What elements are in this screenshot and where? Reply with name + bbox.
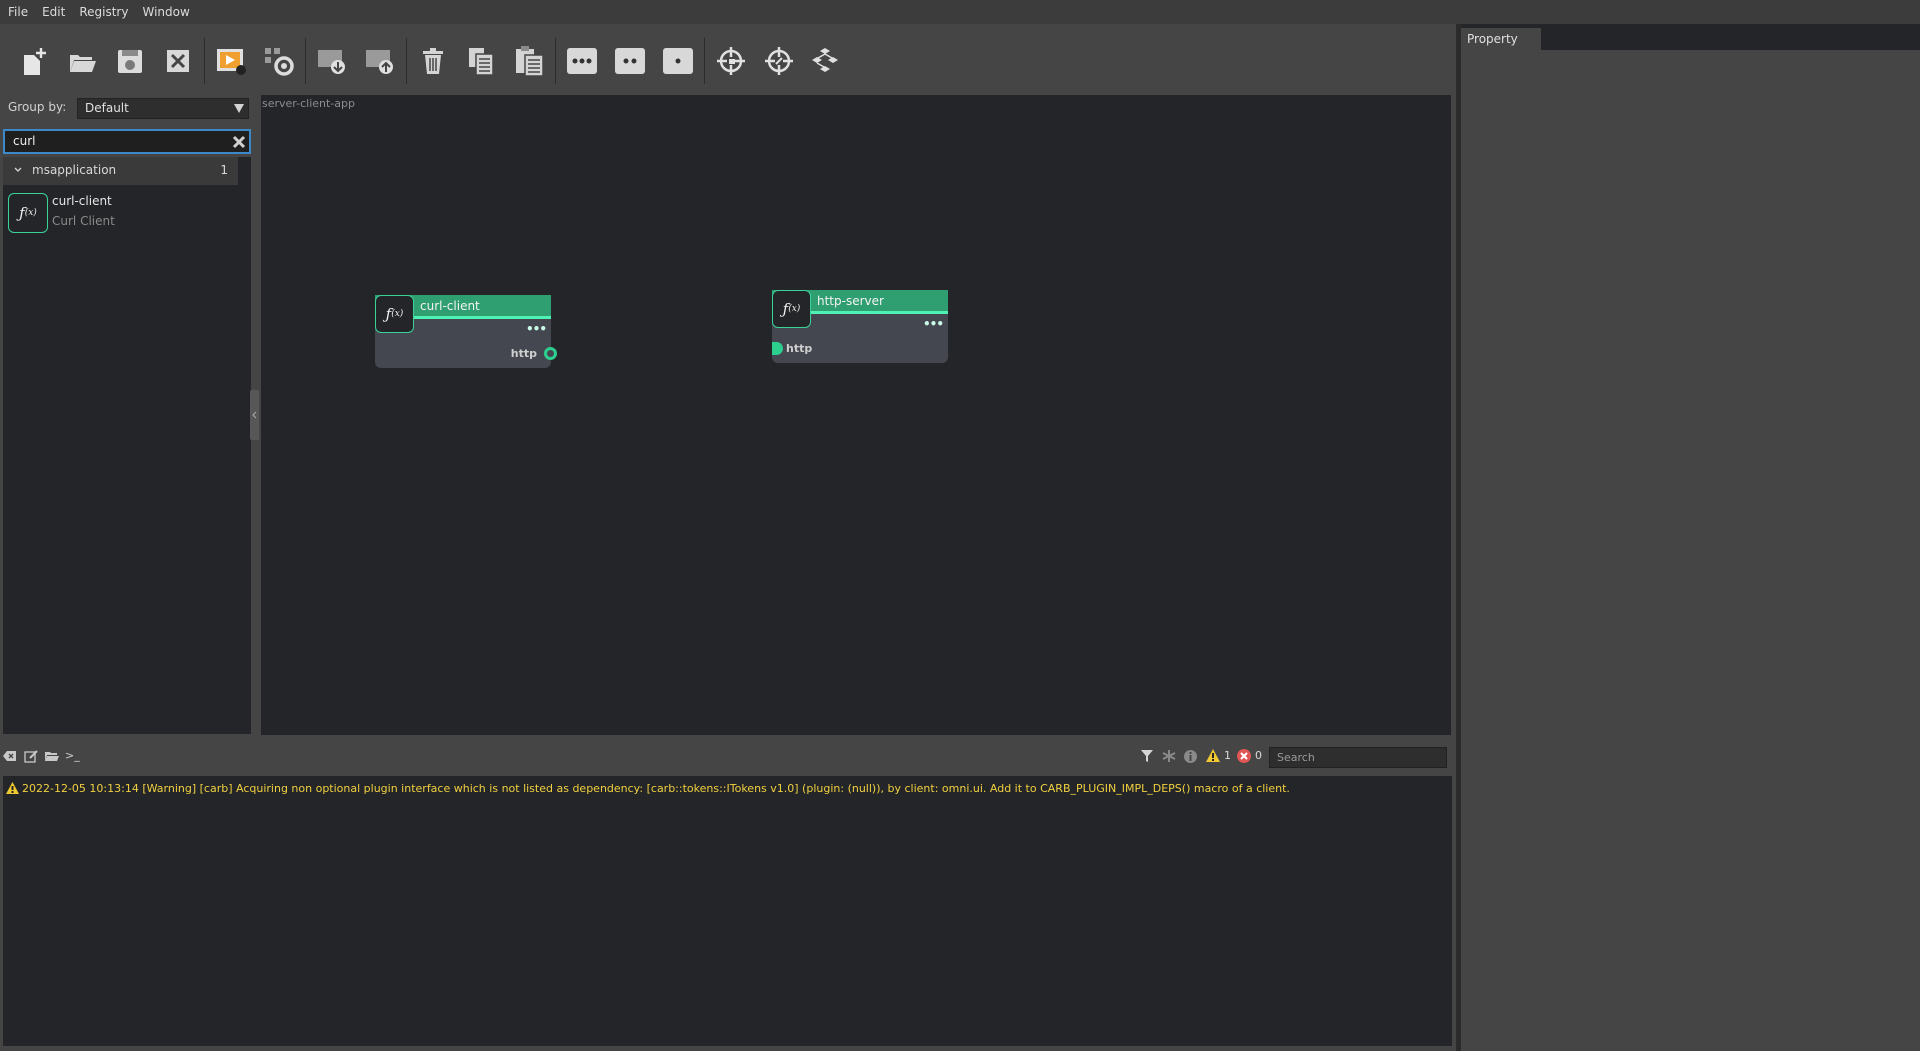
tab-property[interactable]: Property [1461,28,1541,50]
export-button[interactable] [356,37,404,85]
menu-file[interactable]: File [8,5,28,19]
port-label: http [510,347,537,360]
graph-title: server-client-app [262,97,355,110]
menu-registry[interactable]: Registry [79,5,128,19]
node-curl-client[interactable]: ƒ (x) curl-client ••• http [375,295,557,368]
save-button[interactable] [106,37,154,85]
close-button[interactable] [154,37,202,85]
group-by-dropdown[interactable]: Default [77,98,249,119]
group-by-value: Default [85,101,129,115]
node-http-server[interactable]: ƒ (x) http-server ••• http [772,290,948,363]
import-button[interactable] [308,37,356,85]
clear-log-icon[interactable] [3,750,17,762]
error-icon[interactable] [1236,748,1252,764]
focus-icon [717,47,745,75]
copy-icon [469,48,494,76]
console-prompt[interactable]: >_ [65,749,80,762]
fx-icon: ƒ (x) [772,290,811,328]
delete-icon [423,48,443,74]
group-by-label: Group by: [8,100,67,114]
dots-three-icon [567,48,597,74]
collapse-all-button[interactable] [654,37,702,85]
run-button[interactable] [207,37,255,85]
tree-group-msapplication[interactable]: msapplication 1 [3,157,238,185]
info-icon[interactable] [1183,749,1198,764]
port-label: http [786,342,813,355]
build-settings-button[interactable] [255,37,303,85]
download-icon [318,50,345,74]
delete-button[interactable] [409,37,457,85]
menu-edit[interactable]: Edit [42,5,65,19]
graph-canvas[interactable] [261,95,1451,735]
console-search-placeholder: Search [1277,751,1315,764]
console-toolbar: >_ 1 0 [0,745,1456,769]
dots-two-icon [615,48,645,74]
open-folder-icon[interactable] [44,750,59,762]
auto-layout-button[interactable] [803,37,851,85]
paste-button[interactable] [505,37,553,85]
property-panel [1461,28,1920,1051]
toolbar-separator [305,38,306,84]
collapse-arrow-icon [252,411,257,419]
node-library-panel [3,157,251,734]
log-line: 2022-12-05 10:13:14 [Warning] [carb] Acq… [22,782,1290,795]
tree-item-name: curl-client [52,194,112,208]
expand-all-button[interactable] [558,37,606,85]
toolbar-separator [704,38,705,84]
edit-icon[interactable] [24,750,38,763]
upload-icon [366,50,393,74]
search-input-value: curl [13,134,36,148]
fx-icon: ƒ (x) [375,295,414,333]
verbose-icon[interactable] [1162,749,1176,763]
tree-group-count: 1 [220,163,228,177]
run-icon [217,49,246,75]
tree-item-subtitle: Curl Client [52,214,115,228]
tree-group-label: msapplication [32,163,117,177]
clear-search-icon[interactable] [231,134,247,150]
toolbar [0,28,1456,94]
close-icon [167,50,189,72]
console-search-input[interactable]: Search [1269,747,1447,768]
tree-item-curl-client[interactable]: ƒ (x) curl-client Curl Client [8,193,248,233]
toolbar-separator [204,38,205,84]
input-port[interactable] [772,342,783,355]
node-menu-icon[interactable]: ••• [923,317,944,331]
copy-button[interactable] [457,37,505,85]
open-button[interactable] [58,37,106,85]
settings-icon [265,48,294,76]
menu-bar: File Edit Registry Window [0,0,1920,24]
focus-selection-button[interactable] [707,37,755,85]
dot-one-icon [663,48,693,74]
console-log[interactable] [3,776,1452,1046]
error-count: 0 [1255,749,1262,762]
toolbar-separator [555,38,556,84]
output-port[interactable] [544,347,557,360]
focus-all-button[interactable] [755,37,803,85]
node-menu-icon[interactable]: ••• [526,322,547,336]
toolbar-separator [406,38,407,84]
new-file-icon [24,48,46,75]
fx-icon: ƒ (x) [8,193,48,233]
layout-icon [812,48,838,72]
warning-icon[interactable] [1205,748,1221,763]
search-input[interactable]: curl [3,129,251,154]
node-title: http-server [817,294,884,308]
open-folder-icon [70,55,96,72]
warning-count: 1 [1224,749,1231,762]
splitter-handle[interactable] [250,390,259,440]
new-file-button[interactable] [10,37,58,85]
node-title: curl-client [420,299,480,313]
target-icon [765,47,793,75]
chevron-down-icon [14,167,22,172]
menu-window[interactable]: Window [142,5,189,19]
expand-some-button[interactable] [606,37,654,85]
paste-icon [516,46,544,77]
filter-icon[interactable] [1140,749,1154,763]
save-icon [118,50,142,73]
dropdown-arrow-icon [234,104,244,113]
